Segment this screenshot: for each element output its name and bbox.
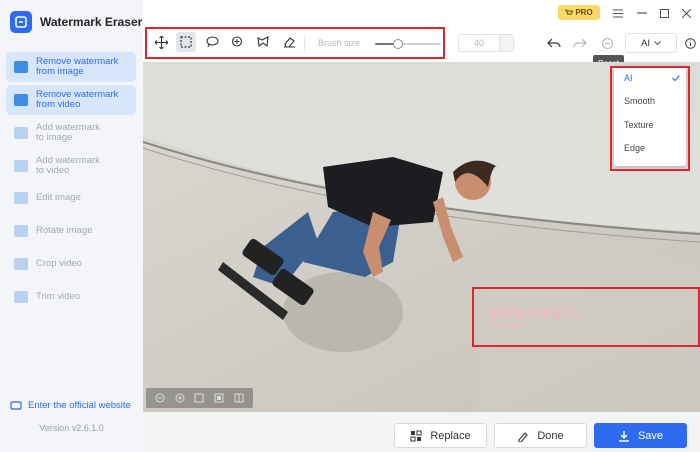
minimize-icon[interactable] <box>634 5 650 21</box>
reset-icon[interactable] <box>599 35 615 51</box>
done-label: Done <box>537 429 564 442</box>
sidebar-item-remove-watermark-image[interactable]: Remove watermark from image <box>6 52 136 82</box>
replace-icon <box>410 430 422 441</box>
edit-image-icon <box>14 192 28 204</box>
model-select[interactable]: AI <box>625 33 677 53</box>
pro-label: PRO <box>575 8 593 17</box>
dropdown-option-smooth[interactable]: Smooth <box>624 96 655 106</box>
editor-toolbar: Brush size 40 AI Reset <box>143 28 700 71</box>
close-icon[interactable] <box>678 5 694 21</box>
chevron-down-icon <box>654 40 661 45</box>
cart-icon <box>565 9 574 15</box>
fit-screen-icon[interactable] <box>214 393 224 403</box>
menu-icon[interactable] <box>610 5 626 21</box>
replace-label: Replace <box>430 429 471 442</box>
sidebar-item-label: Rotate image <box>36 225 93 236</box>
save-button[interactable]: Save <box>594 423 687 448</box>
app-logo-icon <box>10 11 32 33</box>
sidebar-item-add-watermark-image[interactable]: Add watermark to image <box>6 118 136 148</box>
watermark-text: gettyimages Caiaimage <box>488 304 578 329</box>
sidebar-item-rotate-image[interactable]: Rotate image <box>6 216 136 246</box>
brush-size-slider-handle[interactable] <box>393 39 404 49</box>
brush-size-value: 40 <box>473 38 484 48</box>
video-icon <box>14 160 28 172</box>
sidebar: Watermark Eraser Remove watermark from i… <box>0 0 143 452</box>
version-label: Version v2.6.1.0 <box>39 423 104 433</box>
model-dropdown-menu: AI Smooth Texture Edge <box>614 66 686 166</box>
dropdown-option-texture[interactable]: Texture <box>624 120 654 130</box>
smart-select-icon[interactable] <box>227 32 247 52</box>
sidebar-item-label: Crop video <box>36 258 82 269</box>
sidebar-item-label: Add watermark to video <box>36 155 100 176</box>
sidebar-item-remove-watermark-video[interactable]: Remove watermark from video <box>6 85 136 115</box>
maximize-icon[interactable] <box>656 5 672 21</box>
official-website-link[interactable]: Enter the official website <box>10 400 131 411</box>
brush-size-stepper[interactable] <box>499 35 513 51</box>
pro-badge[interactable]: PRO <box>558 5 600 20</box>
actual-size-icon[interactable] <box>194 393 204 403</box>
rectangle-select-icon[interactable] <box>176 32 196 52</box>
dropdown-option-ai[interactable]: AI <box>624 73 633 83</box>
model-select-value: AI <box>641 37 650 49</box>
watermark-credit: Caiaimage <box>488 322 522 329</box>
zoom-out-icon[interactable] <box>155 393 165 403</box>
lasso-icon[interactable] <box>202 32 222 52</box>
undo-icon[interactable] <box>546 35 562 51</box>
toolbar-divider <box>304 37 305 51</box>
trim-icon <box>14 291 28 303</box>
sidebar-item-label: Trim video <box>36 291 80 302</box>
dropdown-option-edge[interactable]: Edge <box>624 143 645 153</box>
redo-icon[interactable] <box>572 35 588 51</box>
title-bar: PRO <box>143 0 700 28</box>
app-brand: Watermark Eraser <box>10 11 142 33</box>
brush-size-label: Brush size <box>318 38 361 48</box>
polygon-icon[interactable] <box>253 32 273 52</box>
sidebar-item-add-watermark-video[interactable]: Add watermark to video <box>6 151 136 181</box>
brush-size-input[interactable]: 40 <box>458 34 514 52</box>
compare-icon[interactable] <box>234 393 244 403</box>
info-icon[interactable] <box>682 35 698 51</box>
sidebar-item-label: Remove watermark from image <box>36 56 119 77</box>
image-icon <box>14 127 28 139</box>
sidebar-item-label: Add watermark to image <box>36 122 100 143</box>
monitor-icon <box>10 400 22 410</box>
sidebar-item-label: Edit image <box>36 192 81 203</box>
sidebar-item-trim-video[interactable]: Trim video <box>6 282 136 312</box>
sidebar-item-label: Remove watermark from video <box>36 89 119 110</box>
watermark-main: gettyimages <box>488 304 578 322</box>
check-icon <box>672 75 680 81</box>
rotate-icon <box>14 225 28 237</box>
watermark-brand-suffix: images <box>526 304 578 321</box>
sidebar-item-crop-video[interactable]: Crop video <box>6 249 136 279</box>
crop-icon <box>14 258 28 270</box>
video-icon <box>14 94 28 106</box>
move-tool-icon[interactable] <box>151 32 171 52</box>
done-button[interactable]: Done <box>494 423 587 448</box>
replace-button[interactable]: Replace <box>394 423 487 448</box>
website-link-label: Enter the official website <box>28 400 131 411</box>
app-title: Watermark Eraser <box>40 15 143 29</box>
sidebar-item-edit-image[interactable]: Edit image <box>6 183 136 213</box>
zoom-toolbar <box>146 388 253 408</box>
image-icon <box>14 61 28 73</box>
download-icon <box>618 430 629 442</box>
eraser-icon[interactable] <box>279 32 299 52</box>
done-brush-icon <box>518 431 529 442</box>
zoom-in-icon[interactable] <box>175 393 185 403</box>
watermark-brand: getty <box>488 304 527 321</box>
save-label: Save <box>637 429 664 442</box>
